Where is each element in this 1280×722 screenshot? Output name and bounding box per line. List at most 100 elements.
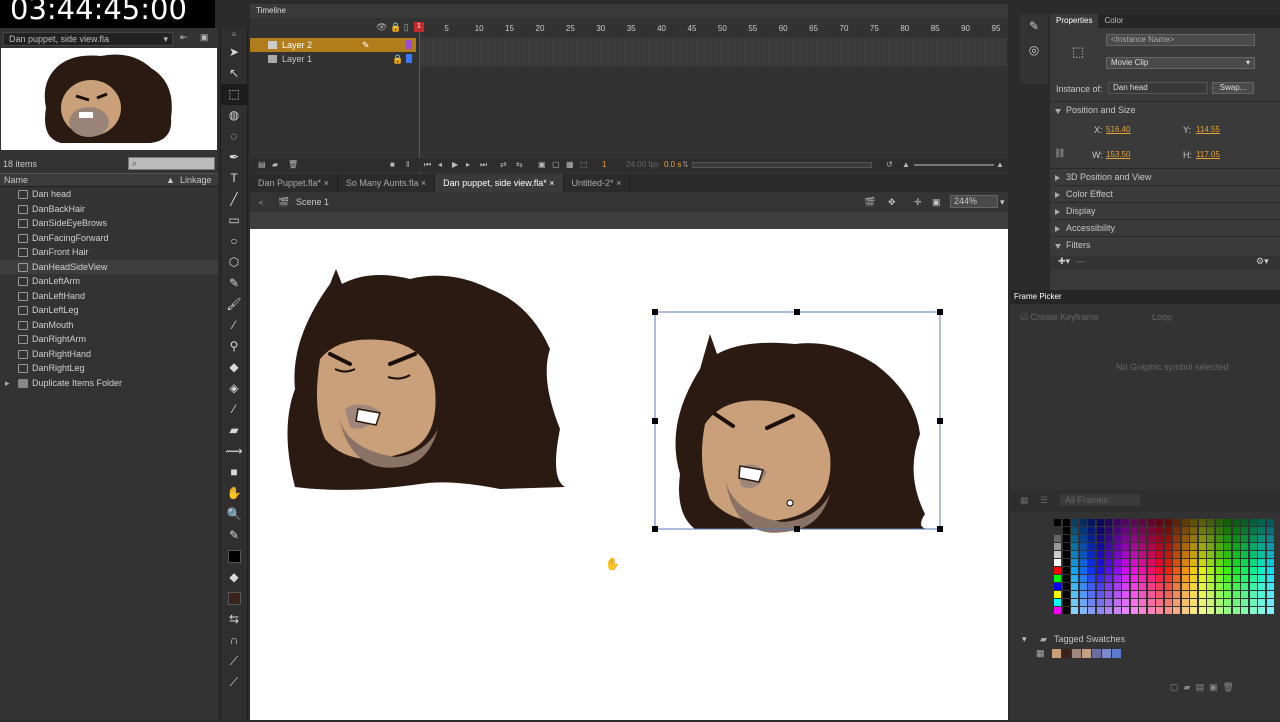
color-swatch[interactable] <box>1249 599 1257 606</box>
fill-color-icon[interactable]: ◆ <box>221 567 247 588</box>
new-library-icon[interactable]: ▣ <box>200 32 209 43</box>
library-item[interactable]: DanFront Hair <box>0 245 218 260</box>
library-item[interactable]: DanRightArm <box>0 332 218 347</box>
zoom-in-icon[interactable]: ▲ <box>996 158 1004 172</box>
color-swatch[interactable] <box>1266 591 1274 598</box>
color-swatch[interactable] <box>1266 583 1274 590</box>
color-swatch[interactable] <box>1130 543 1138 550</box>
frame-size-slider[interactable] <box>914 164 994 166</box>
color-swatch[interactable] <box>1062 567 1070 574</box>
color-swatch[interactable] <box>1198 551 1206 558</box>
color-swatch[interactable] <box>1062 559 1070 566</box>
color-swatch[interactable] <box>1198 559 1206 566</box>
eye-icon[interactable]: 👁 <box>376 22 387 32</box>
symbol-type-select[interactable]: Movie Clip ▾ <box>1106 57 1255 69</box>
color-swatch[interactable] <box>1190 527 1197 534</box>
zoom-select[interactable]: 244% <box>950 195 998 208</box>
instance-name-input[interactable]: <Instance Name> <box>1106 34 1255 46</box>
color-swatch[interactable] <box>1071 559 1078 566</box>
color-swatch[interactable] <box>1147 535 1155 542</box>
color-swatch[interactable] <box>1224 535 1231 542</box>
color-swatch[interactable] <box>1241 519 1248 526</box>
frames-filter-select[interactable]: All Frames <box>1060 494 1140 506</box>
color-swatch[interactable] <box>1258 551 1265 558</box>
onion-outline-icon[interactable]: ▢ <box>552 158 560 172</box>
color-swatch[interactable] <box>1071 535 1078 542</box>
color-swatch[interactable] <box>1224 583 1231 590</box>
color-swatch[interactable] <box>1224 591 1231 598</box>
color-swatch[interactable] <box>1224 559 1231 566</box>
color-swatch[interactable] <box>1079 575 1087 582</box>
color-swatch[interactable] <box>1147 607 1155 614</box>
document-tab[interactable]: Dan Puppet.fla* × <box>250 174 338 192</box>
color-swatch[interactable] <box>1241 575 1248 582</box>
color-swatch[interactable] <box>1096 575 1104 582</box>
color-swatch[interactable] <box>1054 543 1061 550</box>
color-swatch[interactable] <box>1207 607 1214 614</box>
color-swatch[interactable] <box>1164 543 1172 550</box>
color-swatch[interactable] <box>1096 519 1104 526</box>
color-swatch[interactable] <box>1156 519 1163 526</box>
stage-area[interactable]: ✋ <box>250 212 1008 720</box>
color-swatch[interactable] <box>1215 519 1223 526</box>
color-swatch[interactable] <box>1190 543 1197 550</box>
color-swatch[interactable] <box>1173 535 1180 542</box>
color-swatch[interactable] <box>1079 535 1087 542</box>
close-icon[interactable]: × <box>324 178 329 188</box>
color-swatch[interactable] <box>1054 535 1061 542</box>
color-swatch[interactable] <box>1062 519 1070 526</box>
color-swatch[interactable] <box>1190 535 1197 542</box>
color-swatch[interactable] <box>1071 575 1078 582</box>
section-display[interactable]: Display <box>1050 202 1280 219</box>
text-tool-icon[interactable]: T <box>221 168 247 189</box>
color-swatch[interactable] <box>1096 559 1104 566</box>
color-swatch[interactable] <box>1224 551 1231 558</box>
color-swatch[interactable] <box>1258 591 1265 598</box>
swatch[interactable] <box>1112 649 1121 658</box>
color-swatch[interactable] <box>1266 519 1274 526</box>
color-swatch[interactable] <box>1215 559 1223 566</box>
library-item[interactable]: DanMouth <box>0 318 218 333</box>
current-frame[interactable]: 1 <box>602 158 606 172</box>
swatch[interactable] <box>1072 649 1081 658</box>
color-swatch[interactable] <box>1122 583 1129 590</box>
color-swatch[interactable] <box>1071 591 1078 598</box>
color-swatch[interactable] <box>1173 591 1180 598</box>
color-swatch[interactable] <box>1266 551 1274 558</box>
library-item[interactable]: DanHeadSideView <box>0 259 218 274</box>
edit-scene-icon[interactable]: 🎬 <box>864 192 875 212</box>
color-swatch[interactable] <box>1173 551 1180 558</box>
color-swatch[interactable] <box>1258 527 1265 534</box>
color-swatch[interactable] <box>1241 551 1248 558</box>
color-swatch[interactable] <box>1147 567 1155 574</box>
color-swatch[interactable] <box>1096 567 1104 574</box>
color-swatch[interactable] <box>1054 583 1061 590</box>
library-item[interactable]: DanLeftArm <box>0 274 218 289</box>
new-folder-icon[interactable]: ▰ <box>272 158 278 172</box>
color-swatch[interactable] <box>1249 535 1257 542</box>
color-swatch[interactable] <box>1164 575 1172 582</box>
color-swatch[interactable] <box>1224 567 1231 574</box>
color-swatch[interactable] <box>1054 551 1061 558</box>
color-swatch[interactable] <box>1232 567 1240 574</box>
color-swatch[interactable] <box>1207 543 1214 550</box>
color-swatch[interactable] <box>1181 543 1189 550</box>
color-swatch[interactable] <box>1241 527 1248 534</box>
color-swatch[interactable] <box>1122 591 1129 598</box>
color-swatch[interactable] <box>1241 543 1248 550</box>
stop-icon[interactable]: ■ <box>390 158 395 172</box>
zoom-out-icon[interactable]: ▲ <box>902 158 910 172</box>
color-swatch[interactable] <box>1190 599 1197 606</box>
color-swatch[interactable] <box>1249 551 1257 558</box>
color-swatch[interactable] <box>1215 575 1223 582</box>
color-swatch[interactable] <box>1258 599 1265 606</box>
paintbrush-tool-icon[interactable]: ⁄ <box>221 315 247 336</box>
color-swatch[interactable] <box>1130 535 1138 542</box>
library-item[interactable]: DanSideEyeBrows <box>0 216 218 231</box>
color-swatch[interactable] <box>1156 535 1163 542</box>
color-swatch[interactable] <box>1088 551 1095 558</box>
color-swatch[interactable] <box>1130 519 1138 526</box>
tab-properties[interactable]: Properties <box>1050 14 1099 28</box>
color-swatch[interactable] <box>1207 535 1214 542</box>
color-swatch[interactable] <box>1088 543 1095 550</box>
